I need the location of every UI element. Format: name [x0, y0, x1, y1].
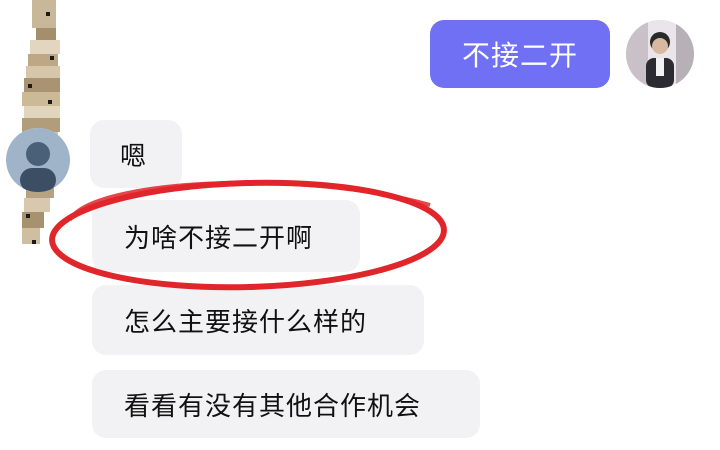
incoming-message-bubble[interactable]: 怎么主要接什么样的: [92, 285, 424, 355]
self-avatar[interactable]: [626, 20, 694, 88]
incoming-message-bubble[interactable]: 为啥不接二开啊: [92, 200, 360, 272]
incoming-message-text: 嗯: [120, 141, 148, 172]
chat-conversation: 不接二开 嗯 为啥不接二开啊 怎么主要接什么样的 看看有没有其他合作机会: [0, 0, 720, 450]
incoming-message-text: 看看有没有其他合作机会: [124, 391, 422, 422]
outgoing-message-text: 不接二开: [461, 39, 578, 72]
outgoing-message-bubble[interactable]: 不接二开: [430, 20, 610, 88]
incoming-message-text: 怎么主要接什么样的: [124, 307, 368, 338]
incoming-message-bubble[interactable]: 嗯: [90, 120, 182, 188]
incoming-message-bubble[interactable]: 看看有没有其他合作机会: [92, 370, 480, 438]
contact-avatar[interactable]: [6, 128, 70, 192]
incoming-message-text: 为啥不接二开啊: [124, 223, 314, 254]
redacted-mosaic: [22, 0, 78, 252]
